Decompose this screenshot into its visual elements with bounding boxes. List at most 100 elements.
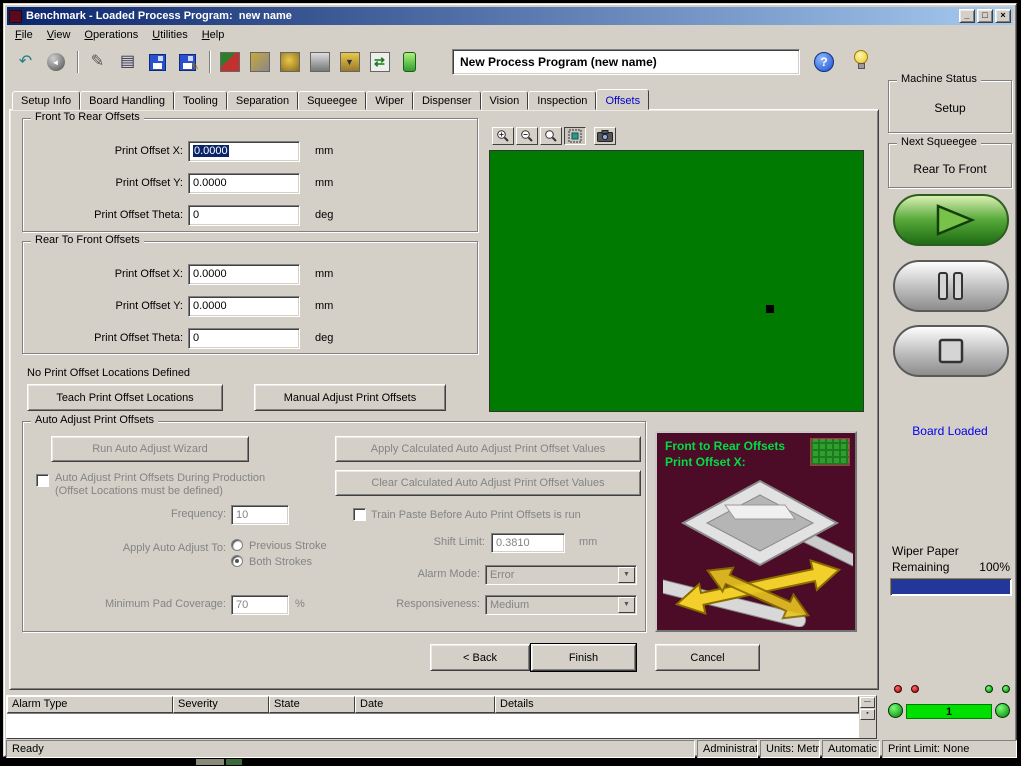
menu-operations[interactable]: Operations: [77, 27, 145, 43]
squeegee-button[interactable]: [246, 49, 273, 76]
min-pad-coverage-input[interactable]: 70: [231, 595, 289, 615]
front-offset-x-input[interactable]: 0.0000: [188, 141, 300, 162]
alarm-pane-expand-button[interactable]: ▪: [860, 709, 875, 720]
alarm-panel: Alarm Type Severity State Date Details —…: [6, 695, 877, 739]
program-name-field[interactable]: New Process Program (new name): [452, 49, 800, 75]
status-units: Units: Metric: [760, 740, 820, 758]
menu-help[interactable]: Help: [195, 27, 232, 43]
tab-inspection[interactable]: Inspection: [528, 91, 596, 110]
wiper-remaining-row: Remaining 100%: [892, 560, 1010, 574]
menu-view[interactable]: View: [40, 27, 78, 43]
app-window: Benchmark - Loaded Process Program: new …: [3, 3, 1017, 757]
rear-offset-x-input[interactable]: 0.0000: [188, 264, 300, 285]
snapshot-button[interactable]: [594, 127, 616, 145]
zoom-in-button[interactable]: [492, 127, 514, 145]
rear-offset-theta-input[interactable]: 0: [188, 328, 300, 349]
status-led-2: [1002, 685, 1010, 693]
save-as-button[interactable]: ✎: [174, 49, 201, 76]
alarm-mode-dropdown-arrow-icon: ▼: [618, 567, 635, 583]
tab-squeegee[interactable]: Squeegee: [298, 91, 366, 110]
help-button[interactable]: ?: [814, 52, 834, 72]
stop-button[interactable]: [892, 324, 1010, 378]
state-header[interactable]: State: [269, 696, 355, 713]
clear-auto-adjust-values-button[interactable]: Clear Calculated Auto Adjust Print Offse…: [335, 470, 641, 496]
auto-adjust-group: Auto Adjust Print Offsets Run Auto Adjus…: [22, 421, 646, 632]
press-button[interactable]: [306, 49, 333, 76]
apply-auto-adjust-values-button[interactable]: Apply Calculated Auto Adjust Print Offse…: [335, 436, 641, 462]
pen-button[interactable]: ✎: [84, 49, 111, 76]
next-squeegee-value: Rear To Front: [889, 162, 1011, 176]
screen: Benchmark - Loaded Process Program: new …: [0, 0, 1021, 766]
tab-offsets[interactable]: Offsets: [596, 89, 649, 110]
both-strokes-radio[interactable]: [231, 555, 243, 567]
tab-vision[interactable]: Vision: [481, 91, 529, 110]
manual-adjust-print-offsets-button[interactable]: Manual Adjust Print Offsets: [254, 384, 446, 411]
train-paste-label: Train Paste Before Auto Print Offsets is…: [371, 509, 581, 521]
maximize-button[interactable]: □: [977, 9, 993, 23]
taskbar-fragment-green[interactable]: [226, 759, 242, 765]
alarm-list[interactable]: [7, 713, 859, 738]
run-auto-adjust-wizard-button[interactable]: Run Auto Adjust Wizard: [51, 436, 249, 462]
save-button[interactable]: [144, 49, 171, 76]
close-button[interactable]: ×: [995, 9, 1011, 23]
previous-stroke-radio[interactable]: [231, 539, 243, 551]
tab-separation[interactable]: Separation: [227, 91, 298, 110]
start-button[interactable]: [892, 193, 1010, 247]
tooling-button[interactable]: [276, 49, 303, 76]
offset-preview-panel: Front to Rear Offsets Print Offset X:: [655, 431, 857, 632]
train-paste-checkbox[interactable]: [353, 508, 366, 521]
min-pad-coverage-label: Minimum Pad Coverage:: [23, 598, 226, 610]
tooling-icon: [280, 52, 300, 72]
magnify-button[interactable]: [540, 127, 562, 145]
cancel-button[interactable]: Cancel: [655, 644, 760, 671]
camera-view[interactable]: [489, 150, 864, 412]
severity-header[interactable]: Severity: [173, 696, 269, 713]
tab-setup-info[interactable]: Setup Info: [12, 91, 80, 110]
pause-icon: [892, 259, 1010, 313]
rear-offset-y-input[interactable]: 0.0000: [188, 296, 300, 317]
auto-adjust-production-checkbox[interactable]: [36, 474, 49, 487]
front-offset-y-input[interactable]: 0.0000: [188, 173, 300, 194]
pause-button[interactable]: [892, 259, 1010, 313]
rear-to-front-legend: Rear To Front Offsets: [31, 234, 144, 246]
taskbar-fragment[interactable]: [196, 759, 224, 765]
alarm-type-header[interactable]: Alarm Type: [7, 696, 173, 713]
date-header[interactable]: Date: [355, 696, 495, 713]
finish-button[interactable]: Finish: [531, 644, 636, 671]
back-button[interactable]: < Back: [430, 644, 530, 671]
fit-view-button[interactable]: [564, 127, 586, 145]
alarm-pane-collapse-button[interactable]: —: [860, 697, 875, 708]
minimize-button[interactable]: _: [959, 9, 975, 23]
menu-file[interactable]: File: [8, 27, 40, 43]
zoom-out-button[interactable]: [516, 127, 538, 145]
responsiveness-dropdown-arrow-icon: ▼: [618, 597, 635, 613]
tab-dispenser[interactable]: Dispenser: [413, 91, 481, 110]
tab-board-handling[interactable]: Board Handling: [80, 91, 174, 110]
counter-led-left: [888, 703, 903, 718]
menu-utilities[interactable]: Utilities: [145, 27, 194, 43]
alarm-mode-dropdown[interactable]: Error ▼: [485, 565, 637, 585]
details-header[interactable]: Details: [495, 696, 859, 713]
tab-tooling[interactable]: Tooling: [174, 91, 227, 110]
tab-wiper[interactable]: Wiper: [366, 91, 413, 110]
shift-limit-input[interactable]: 0.3810: [491, 533, 565, 553]
teach-print-offsets-button[interactable]: Teach Print Offset Locations: [27, 384, 223, 411]
undo-button[interactable]: ↶: [12, 49, 39, 76]
fiducial-mark: [766, 305, 774, 313]
dispenser-button[interactable]: [396, 49, 423, 76]
stop-machine-button[interactable]: ◄: [42, 49, 69, 76]
wiper-paper-progress-fill: [892, 580, 1010, 594]
frequency-input[interactable]: 10: [231, 505, 289, 525]
magnifier-icon: [544, 129, 558, 143]
hint-button[interactable]: [850, 50, 872, 74]
front-to-rear-legend: Front To Rear Offsets: [31, 111, 144, 123]
edit-program-button[interactable]: ▤: [114, 49, 141, 76]
board-button[interactable]: [216, 49, 243, 76]
play-icon: [892, 193, 1010, 247]
responsiveness-dropdown[interactable]: Medium ▼: [485, 595, 637, 615]
status-mode: Automatic: [822, 740, 880, 758]
front-offset-theta-input[interactable]: 0: [188, 205, 300, 226]
status-led-1: [985, 685, 993, 693]
transfer-button[interactable]: ⇄: [366, 49, 393, 76]
clamp-button[interactable]: ▼: [336, 49, 363, 76]
